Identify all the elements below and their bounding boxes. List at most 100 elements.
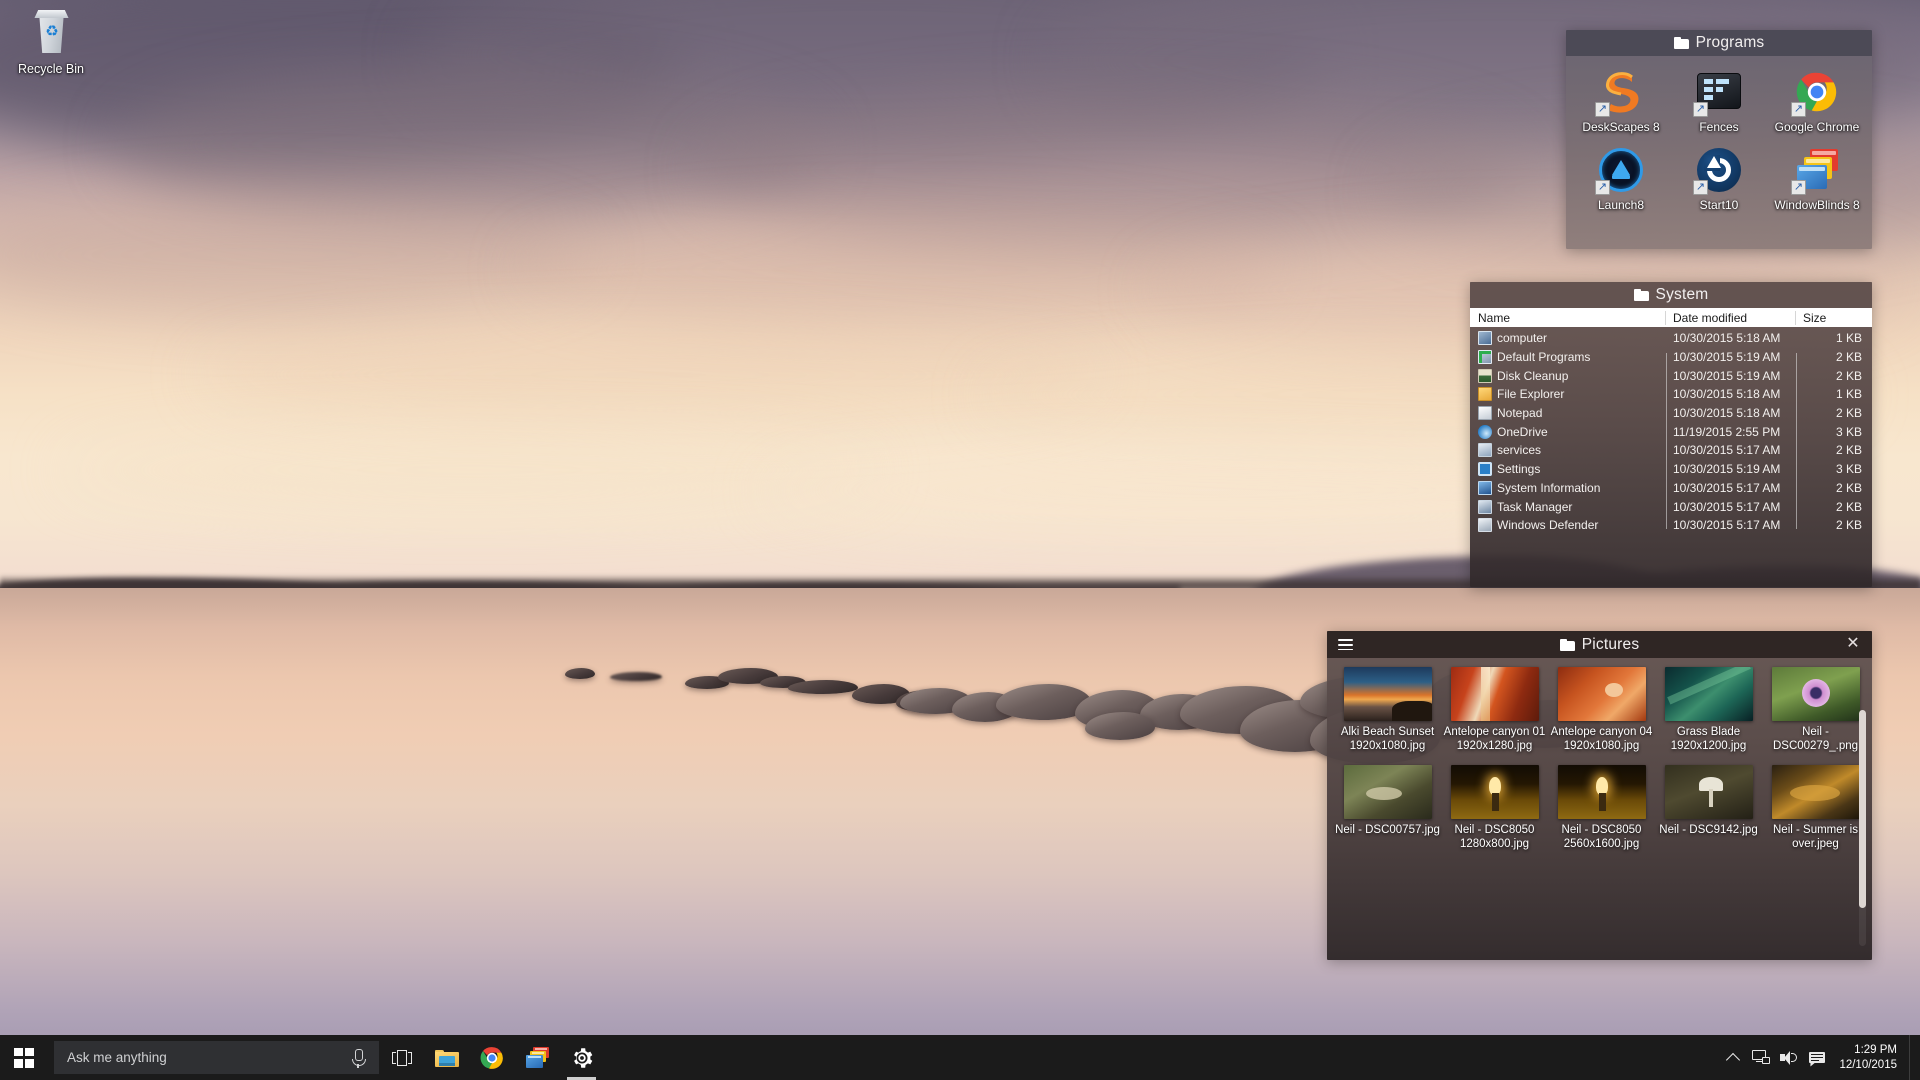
picture-item[interactable]: Neil - DSC00279_.png bbox=[1763, 667, 1868, 753]
fence-programs-titlebar[interactable]: Programs bbox=[1566, 30, 1872, 56]
pictures-scrollbar[interactable] bbox=[1859, 710, 1866, 946]
tray-show-hidden-icons[interactable] bbox=[1719, 1035, 1747, 1080]
program-label: Start10 bbox=[1670, 198, 1768, 212]
thumbnail-beach-sunset bbox=[1344, 667, 1432, 721]
settings-icon bbox=[1478, 462, 1492, 476]
shortcut-overlay-icon: ↗ bbox=[1693, 102, 1708, 117]
chevron-up-icon bbox=[1726, 1052, 1740, 1066]
fence-system-title: System bbox=[1656, 286, 1709, 304]
program-item-fences[interactable]: ↗ Fences bbox=[1670, 68, 1768, 134]
row-date: 10/30/2015 5:19 AM bbox=[1666, 350, 1796, 364]
picture-item[interactable]: Antelope canyon 04 1920x1080.jpg bbox=[1549, 667, 1654, 753]
picture-item[interactable]: Neil - DSC9142.jpg bbox=[1656, 765, 1761, 851]
taskbar-button-settings[interactable] bbox=[559, 1035, 604, 1080]
table-row[interactable]: Settings 10/30/2015 5:19 AM 3 KB bbox=[1470, 460, 1872, 479]
column-header-name[interactable]: Name bbox=[1470, 311, 1666, 325]
fence-pictures-titlebar[interactable]: Pictures ✕ bbox=[1327, 631, 1872, 658]
row-date: 10/30/2015 5:18 AM bbox=[1666, 406, 1796, 420]
onedrive-icon bbox=[1478, 425, 1492, 439]
row-date: 10/30/2015 5:17 AM bbox=[1666, 443, 1796, 457]
disk-cleanup-icon bbox=[1478, 369, 1492, 383]
column-header-date[interactable]: Date modified bbox=[1666, 311, 1796, 325]
fences-taskbar-icon bbox=[524, 1045, 550, 1071]
system-tray[interactable]: 1:29 PM 12/10/2015 bbox=[1719, 1035, 1920, 1080]
fence-system[interactable]: System Name Date modified Size computer … bbox=[1470, 282, 1872, 587]
table-row[interactable]: Disk Cleanup 10/30/2015 5:19 AM 2 KB bbox=[1470, 366, 1872, 385]
desktop[interactable]: ♻ Recycle Bin Programs bbox=[0, 0, 1920, 1080]
row-date: 10/30/2015 5:17 AM bbox=[1666, 481, 1796, 495]
column-header-size[interactable]: Size bbox=[1796, 311, 1872, 325]
tray-volume[interactable] bbox=[1775, 1035, 1803, 1080]
fence-programs-title: Programs bbox=[1696, 34, 1765, 52]
chrome-icon: ↗ bbox=[1793, 68, 1841, 116]
taskbar-button-file-explorer[interactable] bbox=[424, 1035, 469, 1080]
row-date: 10/30/2015 5:19 AM bbox=[1666, 462, 1796, 476]
program-item-deskscapes[interactable]: ↗ DeskScapes 8 bbox=[1572, 68, 1670, 134]
services-icon bbox=[1478, 443, 1492, 457]
program-item-launch8[interactable]: ↗ Launch8 bbox=[1572, 146, 1670, 212]
table-row[interactable]: Default Programs 10/30/2015 5:19 AM 2 KB bbox=[1470, 348, 1872, 367]
program-item-start10[interactable]: ↗ Start10 bbox=[1670, 146, 1768, 212]
search-input[interactable]: Ask me anything bbox=[54, 1041, 379, 1074]
picture-label: Grass Blade 1920x1200.jpg bbox=[1656, 725, 1761, 753]
shortcut-overlay-icon: ↗ bbox=[1595, 102, 1610, 117]
table-row[interactable]: Notepad 10/30/2015 5:18 AM 2 KB bbox=[1470, 404, 1872, 423]
action-center-icon bbox=[1807, 1048, 1827, 1068]
thumbnail-leaf-ground bbox=[1344, 765, 1432, 819]
system-list-header: Name Date modified Size bbox=[1470, 308, 1872, 327]
notepad-icon bbox=[1478, 406, 1492, 420]
picture-item[interactable]: Neil - Summer is over.jpeg bbox=[1763, 765, 1868, 851]
taskbar-button-task-view[interactable] bbox=[379, 1035, 424, 1080]
fence-programs[interactable]: Programs ↗ DeskScapes 8 bbox=[1566, 30, 1872, 249]
picture-item[interactable]: Antelope canyon 01 1920x1280.jpg bbox=[1442, 667, 1547, 753]
table-row[interactable]: File Explorer 10/30/2015 5:18 AM 1 KB bbox=[1470, 385, 1872, 404]
hamburger-icon[interactable] bbox=[1338, 639, 1353, 650]
picture-item[interactable]: Neil - DSC00757.jpg bbox=[1335, 765, 1440, 851]
network-icon bbox=[1751, 1048, 1771, 1068]
show-desktop-button[interactable] bbox=[1909, 1035, 1916, 1080]
fence-pictures[interactable]: Pictures ✕ Alki Beach Sunset 1920x1080.j… bbox=[1327, 631, 1872, 960]
table-row[interactable]: services 10/30/2015 5:17 AM 2 KB bbox=[1470, 441, 1872, 460]
microphone-icon[interactable] bbox=[345, 1047, 371, 1069]
thumbnail-autumn-leaves bbox=[1772, 765, 1860, 819]
folder-icon bbox=[1560, 639, 1575, 651]
chrome-icon bbox=[479, 1045, 505, 1071]
shortcut-overlay-icon: ↗ bbox=[1693, 180, 1708, 195]
taskbar-button-fences[interactable] bbox=[514, 1035, 559, 1080]
desktop-icon-recycle-bin[interactable]: ♻ Recycle Bin bbox=[8, 10, 94, 77]
table-row[interactable]: computer 10/30/2015 5:18 AM 1 KB bbox=[1470, 329, 1872, 348]
programs-icon-grid: ↗ DeskScapes 8 ↗ Fences bbox=[1566, 56, 1872, 224]
picture-label: Antelope canyon 01 1920x1280.jpg bbox=[1442, 725, 1547, 753]
fence-system-titlebar[interactable]: System bbox=[1470, 282, 1872, 308]
table-row[interactable]: Task Manager 10/30/2015 5:17 AM 2 KB bbox=[1470, 497, 1872, 516]
table-row[interactable]: OneDrive 11/19/2015 2:55 PM 3 KB bbox=[1470, 422, 1872, 441]
program-item-chrome[interactable]: ↗ Google Chrome bbox=[1768, 68, 1866, 134]
start-button[interactable] bbox=[0, 1035, 48, 1080]
picture-item[interactable]: Neil - DSC8050 1280x800.jpg bbox=[1442, 765, 1547, 851]
thumbnail-torch-night bbox=[1451, 765, 1539, 819]
close-icon[interactable]: ✕ bbox=[1844, 635, 1862, 653]
tray-action-center[interactable] bbox=[1803, 1035, 1831, 1080]
picture-item[interactable]: Alki Beach Sunset 1920x1080.jpg bbox=[1335, 667, 1440, 753]
picture-label: Neil - DSC00279_.png bbox=[1763, 725, 1868, 753]
start10-icon: ↗ bbox=[1695, 146, 1743, 194]
picture-label: Neil - DSC9142.jpg bbox=[1656, 823, 1761, 837]
search-placeholder: Ask me anything bbox=[54, 1050, 345, 1065]
windows-logo-icon bbox=[14, 1048, 34, 1068]
program-label: Launch8 bbox=[1572, 198, 1670, 212]
taskbar-button-chrome[interactable] bbox=[469, 1035, 514, 1080]
row-size: 2 KB bbox=[1796, 518, 1872, 532]
picture-item[interactable]: Grass Blade 1920x1200.jpg bbox=[1656, 667, 1761, 753]
desktop-icon-label: Recycle Bin bbox=[8, 62, 94, 77]
row-date: 10/30/2015 5:17 AM bbox=[1666, 518, 1796, 532]
taskbar-clock[interactable]: 1:29 PM 12/10/2015 bbox=[1831, 1043, 1909, 1073]
row-name: Windows Defender bbox=[1497, 518, 1598, 532]
tray-network[interactable] bbox=[1747, 1035, 1775, 1080]
row-name: Settings bbox=[1497, 462, 1540, 476]
windows-defender-icon bbox=[1478, 518, 1492, 532]
table-row[interactable]: System Information 10/30/2015 5:17 AM 2 … bbox=[1470, 479, 1872, 498]
program-item-windowblinds[interactable]: ↗ WindowBlinds 8 bbox=[1768, 146, 1866, 212]
taskbar[interactable]: Ask me anything bbox=[0, 1035, 1920, 1080]
picture-item[interactable]: Neil - DSC8050 2560x1600.jpg bbox=[1549, 765, 1654, 851]
table-row[interactable]: Windows Defender 10/30/2015 5:17 AM 2 KB bbox=[1470, 516, 1872, 535]
